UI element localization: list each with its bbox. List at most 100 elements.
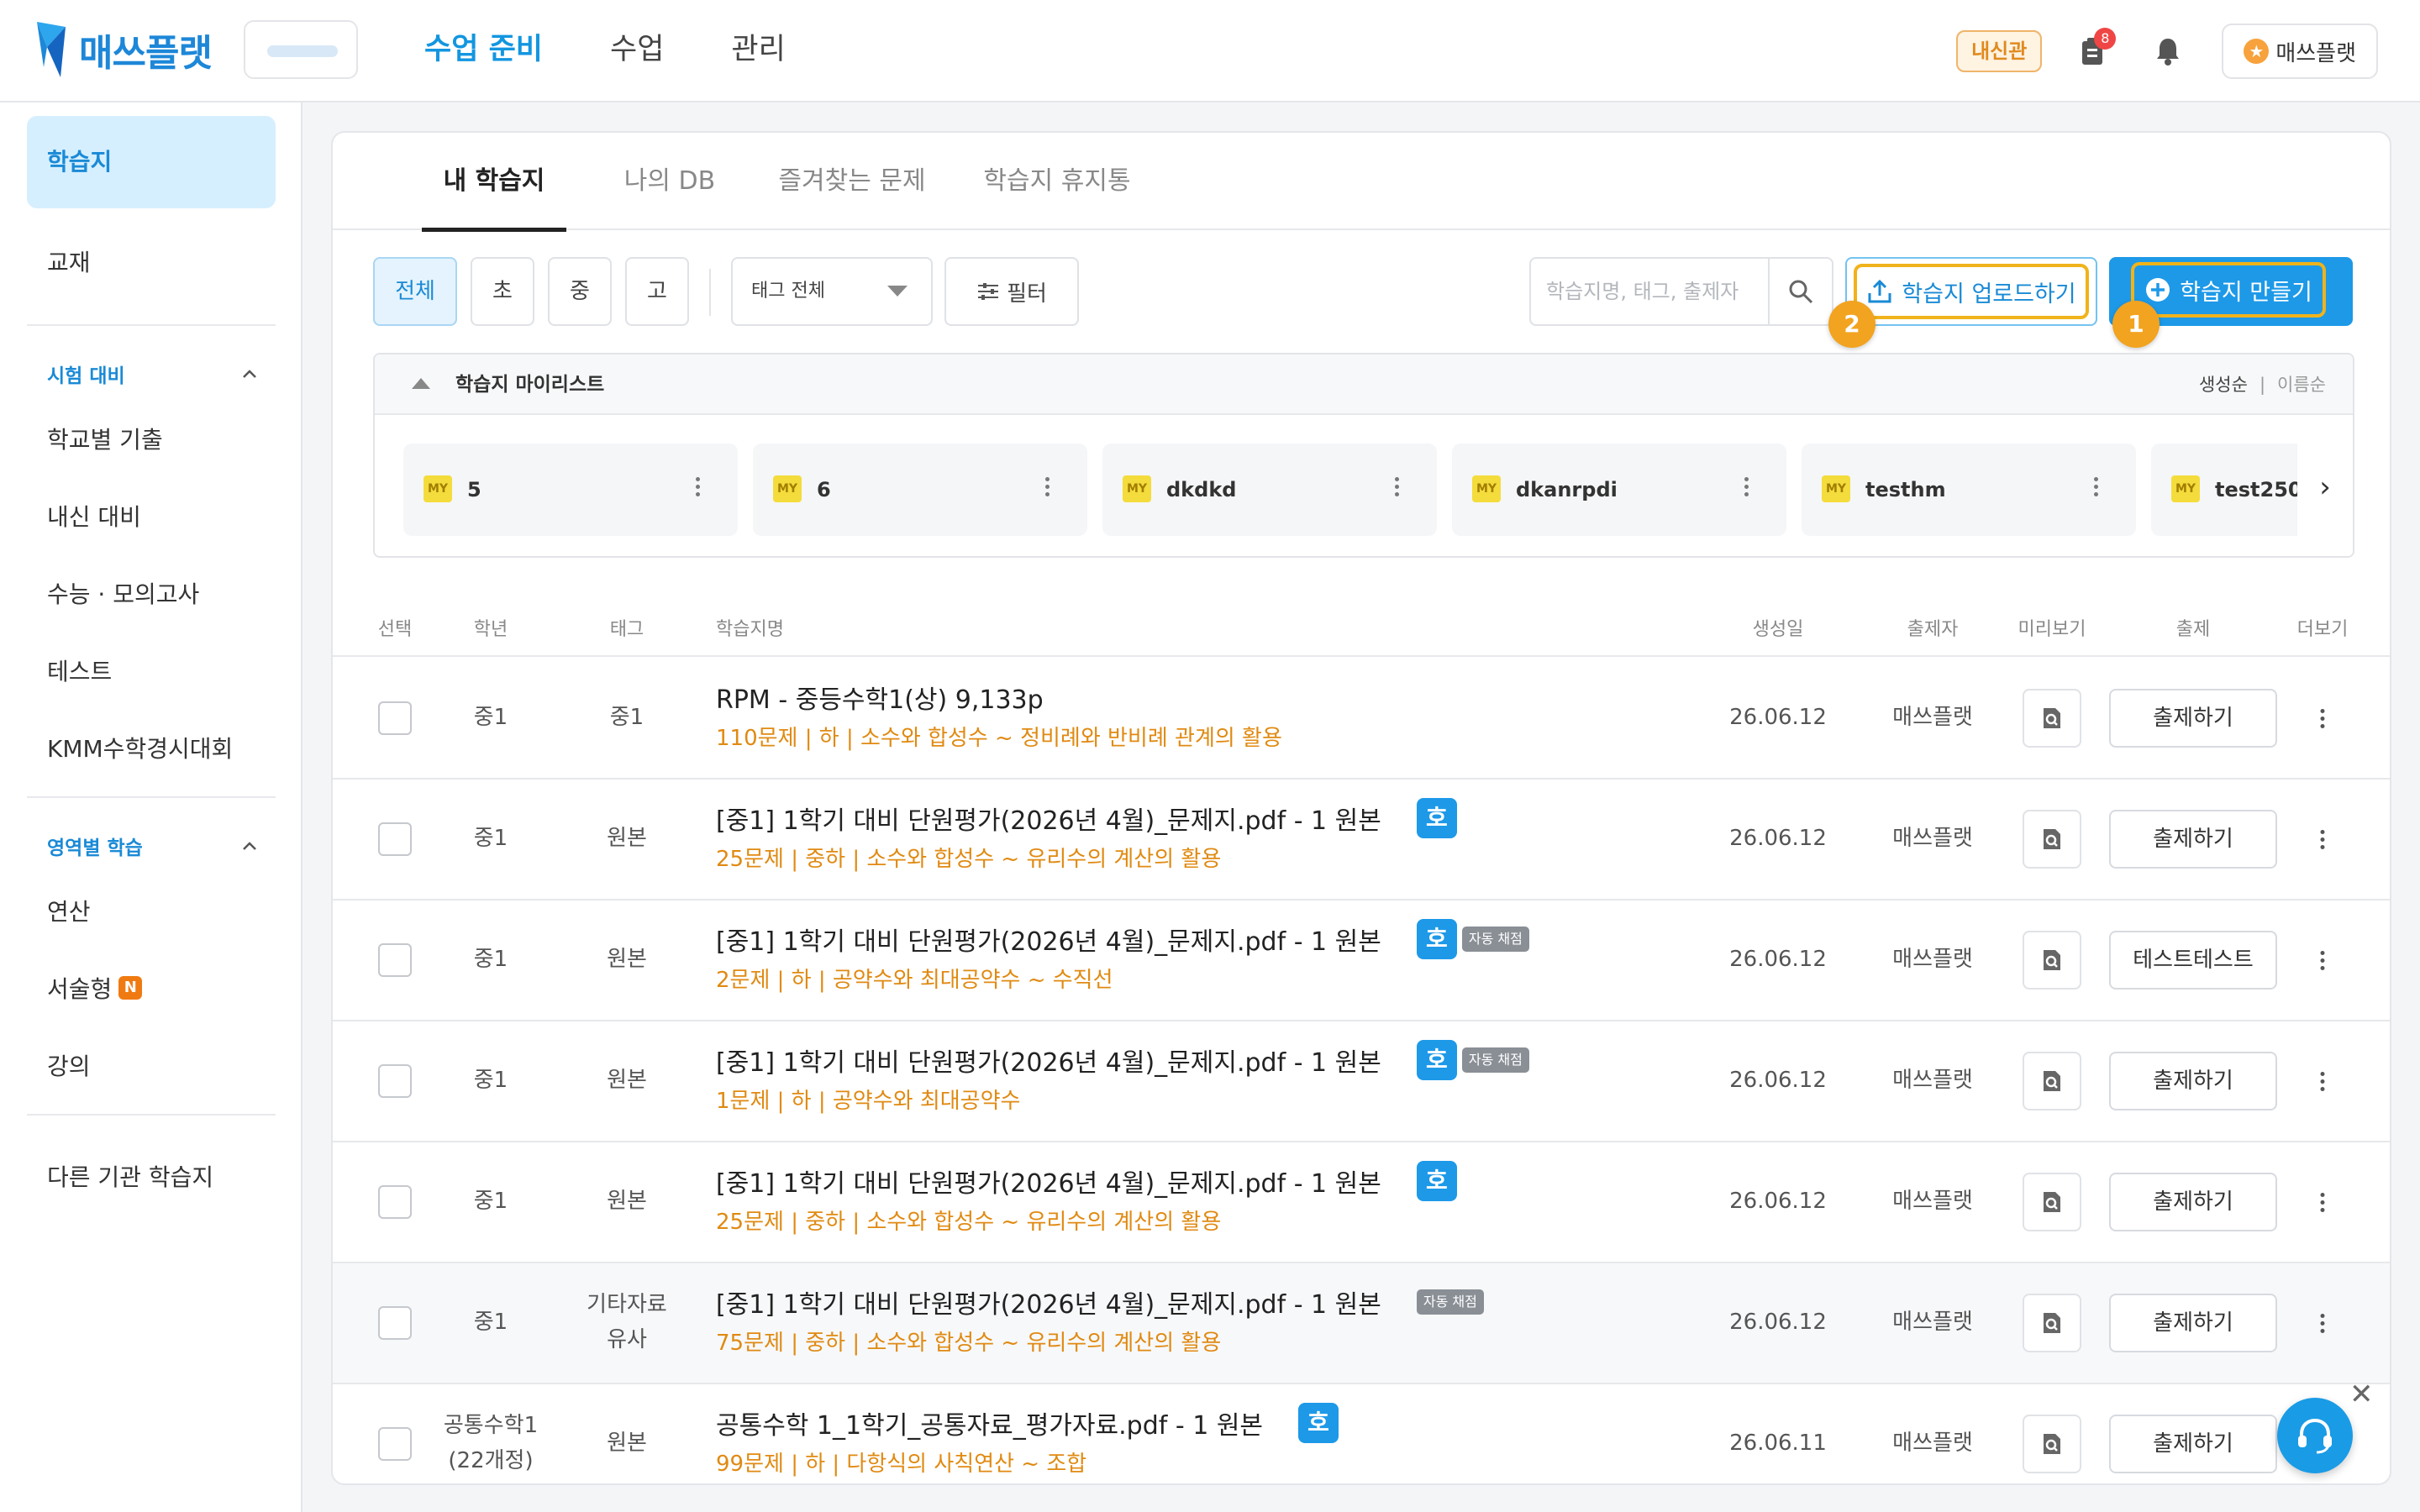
assign-button[interactable]: 출제하기 <box>2109 810 2277 869</box>
kebab-icon[interactable] <box>2094 474 2099 507</box>
preview-button[interactable] <box>2023 689 2081 748</box>
row-title-cell[interactable]: [중1] 1학기 대비 단원평가(2026년 4월)_문제지.pdf - 1 원… <box>716 1280 1484 1357</box>
academy-badge[interactable] <box>244 20 358 79</box>
search-icon <box>1789 280 1813 304</box>
my-list-card[interactable]: MY 6 <box>753 444 1087 536</box>
more-kebab-icon[interactable] <box>2320 1068 2325 1095</box>
sort-by-name[interactable]: 이름순 <box>2277 354 2326 415</box>
filter-button[interactable]: 필터 <box>944 257 1079 326</box>
row-tag: 원본 <box>607 1068 647 1094</box>
row-title-cell[interactable]: [중1] 1학기 대비 단원평가(2026년 4월)_문제지.pdf - 1 원… <box>716 917 1529 994</box>
row-checkbox[interactable] <box>378 1427 412 1461</box>
my-list-card[interactable]: MY testhm <box>1802 444 2136 536</box>
assign-button[interactable]: 출제하기 <box>2109 689 2277 748</box>
preview-button[interactable] <box>2023 1052 2081 1110</box>
row-title-cell[interactable]: [중1] 1학기 대비 단원평가(2026년 4월)_문제지.pdf - 1 원… <box>716 796 1457 873</box>
user-menu-button[interactable]: ★ 매쓰플랫 <box>2222 24 2378 79</box>
row-title-cell[interactable]: [중1] 1학기 대비 단원평가(2026년 4월)_문제지.pdf - 1 원… <box>716 1038 1529 1115</box>
tab-favorite-problems[interactable]: 즐겨찾는 문제 <box>776 133 928 230</box>
preview-button[interactable] <box>2023 810 2081 869</box>
sidebar-item-kmm[interactable]: KMM수학경시대회 <box>47 731 233 764</box>
gnb-class-prep[interactable]: 수업 준비 <box>424 25 543 74</box>
sort-by-created[interactable]: 생성순 <box>2199 354 2248 415</box>
sidebar-item-worksheet[interactable]: 학습지 <box>27 116 276 208</box>
gnb-manage[interactable]: 관리 <box>731 25 785 74</box>
assign-button[interactable]: 출제하기 <box>2109 1294 2277 1352</box>
notice-button[interactable]: 8 <box>2067 26 2118 76</box>
level-filter-middle[interactable]: 중 <box>548 257 612 326</box>
table-row[interactable]: 중1 원본 [중1] 1학기 대비 단원평가(2026년 4월)_문제지.pdf -… <box>333 900 2390 1021</box>
alarm-button[interactable] <box>2143 26 2193 76</box>
my-list-card[interactable]: MY 5 <box>403 444 738 536</box>
preview-button[interactable] <box>2023 1173 2081 1231</box>
assign-button[interactable]: 출제하기 <box>2109 1173 2277 1231</box>
sidebar-item-naesin[interactable]: 내신 대비 <box>47 499 141 533</box>
kebab-icon[interactable] <box>696 474 701 507</box>
app-logo[interactable]: 매쓰플랫 <box>35 22 213 77</box>
row-checkbox[interactable] <box>378 943 412 977</box>
tab-trash[interactable]: 학습지 휴지통 <box>981 133 1133 230</box>
help-button[interactable] <box>2277 1398 2353 1473</box>
table-row[interactable]: 중1 중1 RPM - 중등수학1(상) 9,133p 110문제 | 하 | 소수와… <box>333 659 2390 780</box>
kebab-icon[interactable] <box>1744 474 1749 507</box>
sidebar-item-essay[interactable]: 서술형 N <box>47 971 143 1005</box>
table-row[interactable]: 중1 원본 [중1] 1학기 대비 단원평가(2026년 4월)_문제지.pdf -… <box>333 1142 2390 1263</box>
chevron-up-icon <box>243 842 256 850</box>
search-button[interactable] <box>1768 259 1832 324</box>
table-row[interactable]: 공통수학1 (22개정) 원본 공통수학 1_1학기_공통자료_평가자료.pdf -… <box>333 1384 2390 1483</box>
row-title: [중1] 1학기 대비 단원평가(2026년 4월)_문제지.pdf - 1 원… <box>716 1048 1381 1078</box>
search-input[interactable] <box>1531 259 1770 324</box>
sidebar-item-test[interactable]: 테스트 <box>47 654 112 687</box>
assign-button[interactable]: 출제하기 <box>2109 1052 2277 1110</box>
table-row[interactable]: 중1 원본 [중1] 1학기 대비 단원평가(2026년 4월)_문제지.pdf -… <box>333 780 2390 900</box>
sidebar-item-textbook[interactable]: 교재 <box>27 217 276 309</box>
chevron-right-icon[interactable]: › <box>2297 417 2353 556</box>
sidebar-item-school-past[interactable]: 학교별 기출 <box>47 422 163 455</box>
worksheet-panel: 내 학습지 나의 DB 즐겨찾는 문제 학습지 휴지통 전체 초 중 고 태그 … <box>331 131 2391 1485</box>
row-checkbox[interactable] <box>378 1185 412 1219</box>
sidebar-group-area[interactable]: 영역별 학습 <box>47 832 257 860</box>
more-kebab-icon[interactable] <box>2320 1310 2325 1336</box>
row-checkbox[interactable] <box>378 822 412 856</box>
gnb-class[interactable]: 수업 <box>610 25 664 74</box>
table-row[interactable]: 중1 원본 [중1] 1학기 대비 단원평가(2026년 4월)_문제지.pdf -… <box>333 1021 2390 1142</box>
my-list-card[interactable]: MY dkdkd <box>1102 444 1437 536</box>
collapse-icon[interactable] <box>412 378 430 389</box>
row-title-cell[interactable]: 공통수학 1_1학기_공통자료_평가자료.pdf - 1 원본 호 99문제 | 하… <box>716 1401 1339 1478</box>
preview-button[interactable] <box>2023 931 2081 990</box>
my-list-card[interactable]: MY dkanrpdi <box>1452 444 1786 536</box>
kebab-icon[interactable] <box>1045 474 1050 507</box>
assign-button[interactable]: 테스트테스트 <box>2109 931 2277 990</box>
level-filter-all[interactable]: 전체 <box>373 257 457 326</box>
naesin-button[interactable]: 내신관 <box>1956 30 2043 72</box>
row-checkbox[interactable] <box>378 1306 412 1340</box>
sidebar-group-exam[interactable]: 시험 대비 <box>47 360 257 388</box>
table-row[interactable]: 중1 기타자료 유사 [중1] 1학기 대비 단원평가(2026년 4월)_문제지.… <box>333 1263 2390 1384</box>
tab-my-db[interactable]: 나의 DB <box>617 133 723 230</box>
more-kebab-icon[interactable] <box>2320 706 2325 732</box>
sidebar-item-other-org[interactable]: 다른 기관 학습지 <box>47 1159 213 1193</box>
row-title-cell[interactable]: RPM - 중등수학1(상) 9,133p 110문제 | 하 | 소수와 합성수… <box>716 675 1282 752</box>
make-label: 학습지 만들기 <box>2180 279 2312 306</box>
row-checkbox[interactable] <box>378 1064 412 1098</box>
row-checkbox[interactable] <box>378 701 412 735</box>
tab-my-worksheet[interactable]: 내 학습지 <box>422 133 566 232</box>
more-kebab-icon[interactable] <box>2320 827 2325 853</box>
level-filter-high[interactable]: 고 <box>625 257 689 326</box>
close-icon[interactable]: ✕ <box>2349 1378 2374 1411</box>
sidebar-item-calc[interactable]: 연산 <box>47 894 91 927</box>
row-title-cell[interactable]: [중1] 1학기 대비 단원평가(2026년 4월)_문제지.pdf - 1 원… <box>716 1159 1457 1236</box>
row-title: [중1] 1학기 대비 단원평가(2026년 4월)_문제지.pdf - 1 원… <box>716 806 1381 836</box>
assign-button[interactable]: 출제하기 <box>2109 1415 2277 1473</box>
upload-worksheet-button[interactable]: 학습지 업로드하기 <box>1845 257 2097 326</box>
preview-button[interactable] <box>2023 1294 2081 1352</box>
sidebar-item-lecture[interactable]: 강의 <box>47 1048 91 1082</box>
preview-button[interactable] <box>2023 1415 2081 1473</box>
more-kebab-icon[interactable] <box>2320 1189 2325 1215</box>
more-kebab-icon[interactable] <box>2320 948 2325 974</box>
kebab-icon[interactable] <box>1395 474 1400 507</box>
level-filter-elementary[interactable]: 초 <box>471 257 534 326</box>
row-tag: 원본 <box>607 1189 647 1215</box>
tag-select[interactable]: 태그 전체 <box>731 257 933 326</box>
sidebar-item-suneung[interactable]: 수능 · 모의고사 <box>47 576 199 610</box>
